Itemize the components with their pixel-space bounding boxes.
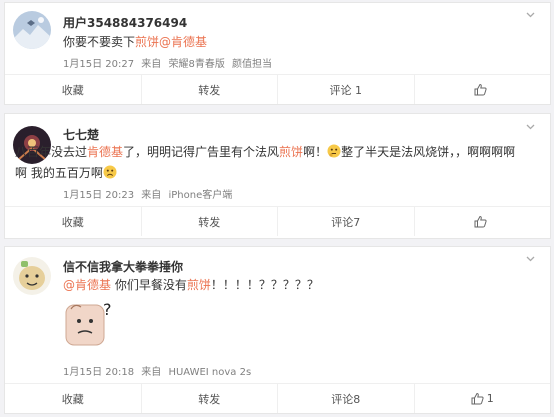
action-bar: 收藏 转发 评论8 1 bbox=[5, 383, 550, 413]
comment-button[interactable]: 评论 1 bbox=[278, 75, 415, 104]
comment-button[interactable]: 评论7 bbox=[278, 207, 415, 236]
chevron-down-icon[interactable] bbox=[525, 253, 536, 264]
post-meta: 1月15日 20:27 来自 荣耀8青春版 颜值担当 bbox=[63, 59, 273, 70]
like-button[interactable] bbox=[415, 207, 551, 236]
sticker-icon[interactable]: ? bbox=[63, 299, 117, 349]
username[interactable]: 七七楚 bbox=[63, 126, 99, 143]
post-meta: 1月15日 20:18 来自 HUAWEI nova 2s bbox=[63, 367, 252, 378]
repost-button[interactable]: 转发 bbox=[142, 207, 278, 236]
keyword: 煎饼 bbox=[186, 278, 211, 292]
mention-link[interactable]: @肯德基 bbox=[159, 35, 207, 49]
post-meta: 1月15日 20:23 来自 iPhone客户端 bbox=[63, 190, 233, 201]
repost-button[interactable]: 转发 bbox=[142, 384, 278, 413]
avatar[interactable] bbox=[13, 11, 51, 49]
thumbs-up-icon bbox=[471, 392, 484, 405]
keyword: 煎饼 bbox=[279, 145, 304, 159]
device[interactable]: 荣耀8青春版 bbox=[168, 59, 224, 70]
timestamp[interactable]: 1月15日 20:18 bbox=[63, 367, 134, 378]
action-bar: 收藏 转发 评论 1 bbox=[5, 74, 550, 104]
comment-button[interactable]: 评论8 bbox=[278, 384, 415, 413]
timestamp[interactable]: 1月15日 20:23 bbox=[63, 190, 134, 201]
post-card: 用户354884376494 你要不要卖下煎饼@肯德基 1月15日 20:27 … bbox=[4, 2, 551, 105]
post-card: 七七楚 八百年没去过肯德基了，明明记得广告里有个法风煎饼啊！ 整了半天是法风烧饼，… bbox=[4, 113, 551, 239]
post-text: 你要不要卖下煎饼@肯德基 bbox=[63, 35, 208, 49]
device[interactable]: HUAWEI nova 2s bbox=[168, 367, 251, 378]
timestamp[interactable]: 1月15日 20:27 bbox=[63, 59, 134, 70]
collect-button[interactable]: 收藏 bbox=[5, 75, 142, 104]
chevron-down-icon[interactable] bbox=[525, 9, 536, 20]
thinking-emoji-icon bbox=[327, 144, 341, 158]
thumbs-up-icon bbox=[474, 83, 487, 96]
chevron-down-icon[interactable] bbox=[525, 121, 536, 132]
svg-text:?: ? bbox=[103, 300, 112, 319]
sad-emoji-icon bbox=[103, 165, 117, 179]
post-card: 信不信我拿大拳拳捶你 @肯德基 你们早餐没有煎饼！！！！？？？？？ ? 1月15… bbox=[4, 246, 551, 414]
post-text: 八百年没去过肯德基了，明明记得广告里有个法风煎饼啊！ 整了半天是法风烧饼，，啊啊啊… bbox=[15, 144, 516, 180]
avatar[interactable] bbox=[13, 257, 51, 295]
post-text: @肯德基 你们早餐没有煎饼！！！！？？？？？ bbox=[63, 278, 319, 292]
mention-link[interactable]: @肯德基 bbox=[63, 278, 111, 292]
username[interactable]: 用户354884376494 bbox=[63, 14, 187, 31]
collect-button[interactable]: 收藏 bbox=[5, 384, 142, 413]
device[interactable]: iPhone客户端 bbox=[168, 190, 232, 201]
keyword: 煎饼 bbox=[135, 35, 160, 49]
thumbs-up-icon bbox=[474, 215, 487, 228]
username[interactable]: 信不信我拿大拳拳捶你 bbox=[63, 258, 183, 275]
collect-button[interactable]: 收藏 bbox=[5, 207, 142, 236]
like-button[interactable] bbox=[415, 75, 551, 104]
repost-button[interactable]: 转发 bbox=[142, 75, 278, 104]
keyword[interactable]: 肯德基 bbox=[87, 145, 123, 159]
action-bar: 收藏 转发 评论7 bbox=[5, 206, 550, 236]
like-button[interactable]: 1 bbox=[415, 384, 551, 413]
